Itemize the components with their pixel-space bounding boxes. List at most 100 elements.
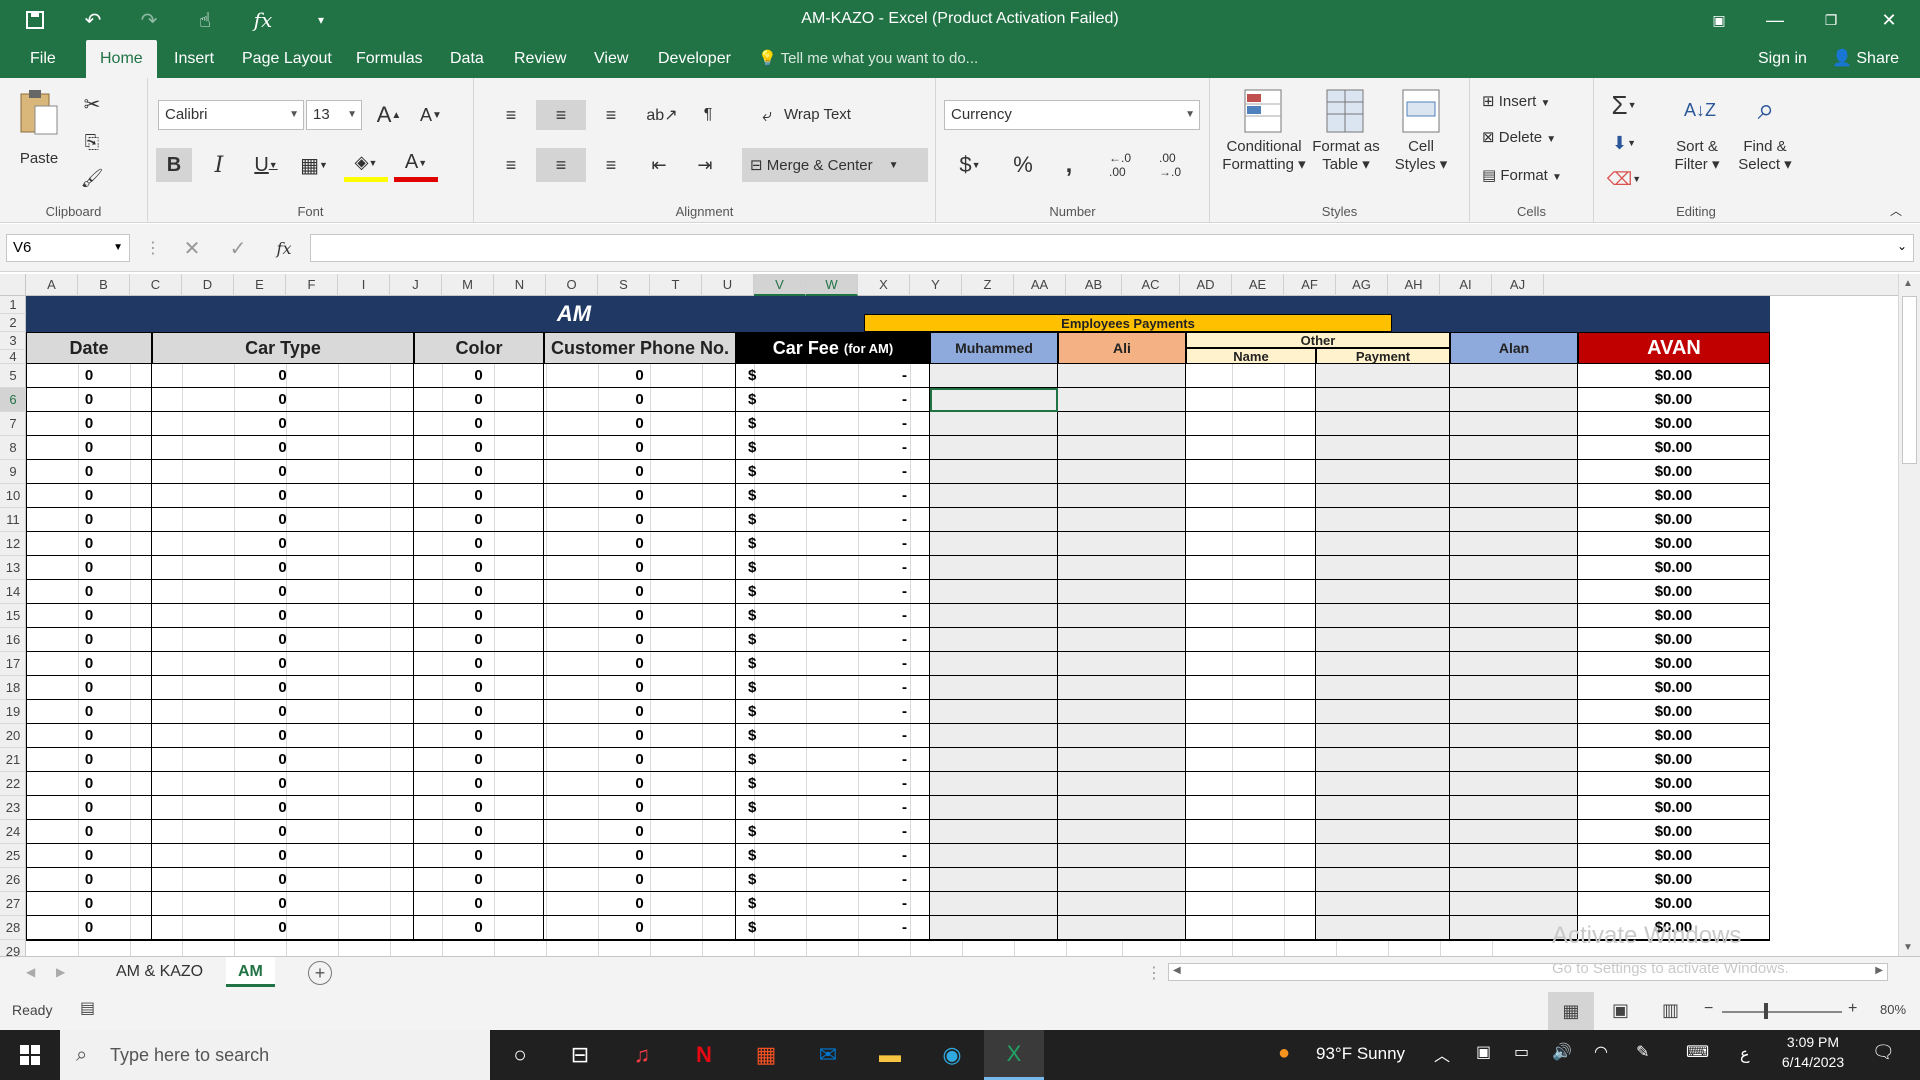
phone-cell[interactable]: 0: [544, 388, 736, 412]
font-color-icon[interactable]: A ▼: [394, 148, 438, 182]
phone-cell[interactable]: 0: [544, 796, 736, 820]
other-payment-cell[interactable]: [1316, 700, 1450, 724]
ribbon-display-icon[interactable]: ▣: [1696, 4, 1742, 36]
other-payment-cell[interactable]: [1316, 796, 1450, 820]
avan-cell[interactable]: $0.00: [1578, 580, 1770, 604]
avan-cell[interactable]: $0.00: [1578, 892, 1770, 916]
ali-cell[interactable]: [1058, 532, 1186, 556]
muhammed-cell[interactable]: [930, 508, 1058, 532]
row-header[interactable]: 18: [0, 676, 26, 700]
column-header[interactable]: B: [78, 274, 130, 296]
other-name-cell[interactable]: [1186, 748, 1316, 772]
increase-decimal-icon[interactable]: ←.0.00: [1100, 148, 1140, 182]
increase-font-icon[interactable]: A ▲: [374, 100, 404, 130]
date-cell[interactable]: 0: [26, 412, 152, 436]
color-cell[interactable]: 0: [414, 652, 544, 676]
muhammed-cell[interactable]: [930, 652, 1058, 676]
other-name-cell[interactable]: [1186, 652, 1316, 676]
bold-button[interactable]: B: [156, 148, 192, 182]
splitter-icon[interactable]: ⋮: [1146, 963, 1162, 983]
scroll-down-icon[interactable]: ▼: [1903, 942, 1913, 953]
color-cell[interactable]: 0: [414, 916, 544, 940]
row-header[interactable]: 11: [0, 508, 26, 532]
avan-cell[interactable]: $0.00: [1578, 604, 1770, 628]
fill-icon[interactable]: ⬇ ▼: [1604, 128, 1644, 158]
color-cell[interactable]: 0: [414, 724, 544, 748]
date-cell[interactable]: 0: [26, 484, 152, 508]
phone-cell[interactable]: 0: [544, 556, 736, 580]
sheet-tab-am[interactable]: AM: [226, 957, 275, 987]
vertical-scrollbar[interactable]: ▲ ▼: [1898, 274, 1920, 964]
car-type-cell[interactable]: 0: [152, 916, 414, 940]
select-all-corner[interactable]: [0, 274, 26, 296]
alan-cell[interactable]: [1450, 676, 1578, 700]
color-cell[interactable]: 0: [414, 436, 544, 460]
alan-cell[interactable]: [1450, 532, 1578, 556]
phone-cell[interactable]: 0: [544, 820, 736, 844]
notifications-icon[interactable]: 🗨: [1872, 1042, 1895, 1063]
color-cell[interactable]: 0: [414, 772, 544, 796]
alan-cell[interactable]: [1450, 436, 1578, 460]
column-header[interactable]: T: [650, 274, 702, 296]
column-header[interactable]: A: [26, 274, 78, 296]
ali-cell[interactable]: [1058, 484, 1186, 508]
font-size-select[interactable]: 13 ▼: [306, 100, 362, 130]
tab-page-layout[interactable]: Page Layout: [228, 40, 346, 78]
other-name-cell[interactable]: [1186, 772, 1316, 796]
car-type-cell[interactable]: 0: [152, 484, 414, 508]
formula-input[interactable]: ⌄: [310, 234, 1914, 262]
car-type-cell[interactable]: 0: [152, 388, 414, 412]
other-name-cell[interactable]: [1186, 724, 1316, 748]
row-header[interactable]: 5: [0, 364, 26, 388]
muhammed-cell[interactable]: [930, 892, 1058, 916]
avan-cell[interactable]: $0.00: [1578, 412, 1770, 436]
column-header[interactable]: AI: [1440, 274, 1492, 296]
other-name-cell[interactable]: [1186, 892, 1316, 916]
column-header[interactable]: I: [338, 274, 390, 296]
other-payment-cell[interactable]: [1316, 844, 1450, 868]
other-payment-cell[interactable]: [1316, 364, 1450, 388]
netflix-icon[interactable]: N: [674, 1030, 734, 1080]
alan-cell[interactable]: [1450, 652, 1578, 676]
alan-cell[interactable]: [1450, 628, 1578, 652]
zoom-slider-thumb[interactable]: [1764, 1003, 1768, 1019]
row-header[interactable]: 6: [0, 388, 26, 412]
ali-cell[interactable]: [1058, 844, 1186, 868]
car-fee-cell[interactable]: $ -: [736, 916, 930, 940]
column-header[interactable]: F: [286, 274, 338, 296]
car-type-cell[interactable]: 0: [152, 796, 414, 820]
muhammed-cell[interactable]: [930, 748, 1058, 772]
phone-cell[interactable]: 0: [544, 652, 736, 676]
alan-cell[interactable]: [1450, 364, 1578, 388]
other-payment-cell[interactable]: [1316, 532, 1450, 556]
date-cell[interactable]: 0: [26, 436, 152, 460]
color-cell[interactable]: 0: [414, 460, 544, 484]
ali-cell[interactable]: [1058, 652, 1186, 676]
zoom-in-icon[interactable]: +: [1848, 1000, 1857, 1018]
muhammed-cell[interactable]: [930, 580, 1058, 604]
muhammed-cell[interactable]: [930, 868, 1058, 892]
phone-cell[interactable]: 0: [544, 436, 736, 460]
muhammed-cell[interactable]: [930, 484, 1058, 508]
comma-style-icon[interactable]: ,: [1054, 148, 1084, 182]
ali-cell[interactable]: [1058, 604, 1186, 628]
scroll-right-icon[interactable]: ▶: [1875, 965, 1883, 976]
decrease-decimal-icon[interactable]: .00 →.0: [1150, 148, 1190, 182]
date-cell[interactable]: 0: [26, 580, 152, 604]
tab-developer[interactable]: Developer: [644, 40, 745, 78]
other-name-cell[interactable]: [1186, 436, 1316, 460]
ali-cell[interactable]: [1058, 772, 1186, 796]
column-header[interactable]: V: [754, 274, 806, 296]
avan-cell[interactable]: $0.00: [1578, 844, 1770, 868]
car-type-cell[interactable]: 0: [152, 364, 414, 388]
tab-insert[interactable]: Insert: [160, 40, 228, 78]
row-header[interactable]: 8: [0, 436, 26, 460]
clear-icon[interactable]: ⌫ ▼: [1604, 164, 1644, 194]
avan-cell[interactable]: $0.00: [1578, 556, 1770, 580]
zoom-level[interactable]: 80%: [1880, 1002, 1906, 1017]
avan-cell[interactable]: $0.00: [1578, 652, 1770, 676]
avan-cell[interactable]: $0.00: [1578, 868, 1770, 892]
car-type-cell[interactable]: 0: [152, 892, 414, 916]
other-name-cell[interactable]: [1186, 676, 1316, 700]
date-cell[interactable]: 0: [26, 532, 152, 556]
